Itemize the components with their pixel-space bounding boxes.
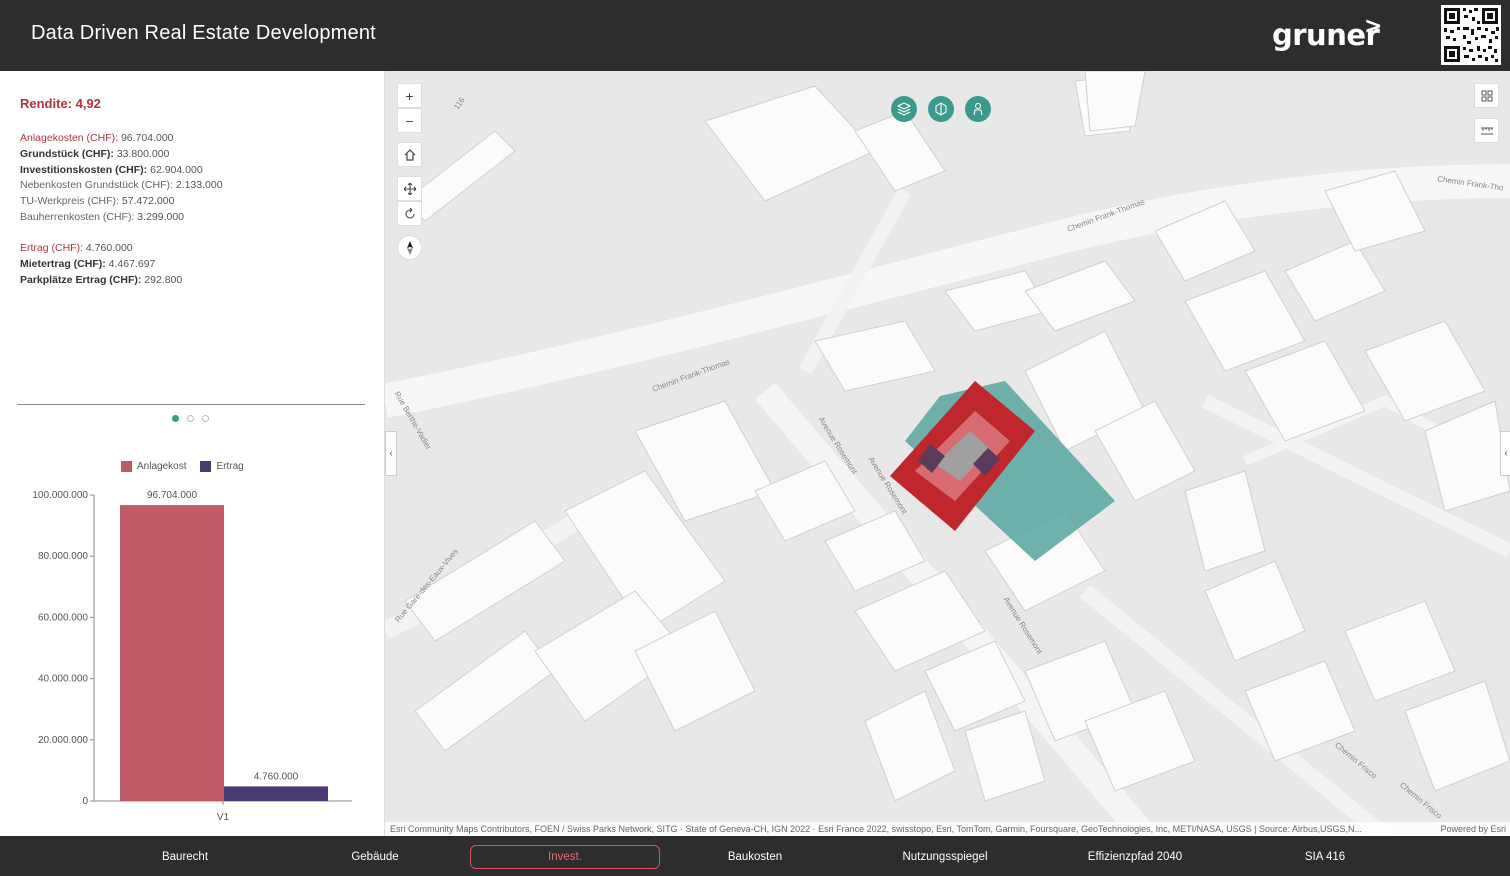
row-value: 292.800 [141, 274, 183, 286]
nav-nutzungsspiegel[interactable]: Nutzungsspiegel [850, 845, 1040, 869]
layers-button[interactable] [891, 96, 917, 122]
qr-code-icon [1441, 5, 1501, 65]
measure-button[interactable] [1474, 118, 1499, 143]
row-key: Parkplätze Ertrag (CHF): [20, 274, 142, 286]
investitionskosten-row: Investitionskosten (CHF): 62.904.000 [20, 164, 203, 176]
rendite-value: Rendite: 4,92 [20, 96, 101, 111]
collapse-left-button[interactable]: ‹ [385, 431, 397, 476]
row-key: Bauherrenkosten (CHF): [20, 211, 135, 223]
nebenkosten-row: Nebenkosten Grundstück (CHF): 2.133.000 [20, 179, 223, 191]
map-view[interactable]: Chemin Frank-Thomas Chemin Frank-Thomas … [385, 71, 1510, 836]
person-icon [973, 102, 983, 116]
y-tick-label: 40.000.000 [38, 674, 88, 685]
bar-data-label: 96.704.000 [147, 490, 197, 501]
powered-by-esri[interactable]: Powered by Esri [1440, 824, 1506, 834]
collapse-right-button[interactable]: ‹ [1500, 431, 1510, 476]
row-key: Ertrag (CHF): [20, 242, 83, 254]
map-attribution: Esri Community Maps Contributors, FOEN /… [385, 822, 1510, 836]
map-canvas[interactable] [385, 71, 1510, 836]
nav-effizienzpfad[interactable]: Effizienzpfad 2040 [1040, 845, 1230, 869]
parkplaetze-row: Parkplätze Ertrag (CHF): 292.800 [20, 274, 182, 286]
row-value: 4.467.697 [105, 258, 156, 270]
ertrag-row: Ertrag (CHF): 4.760.000 [20, 242, 133, 254]
ruler-icon [1480, 127, 1493, 134]
bar-ertrag [224, 786, 328, 801]
bar-data-label: 4.760.000 [254, 771, 299, 782]
y-tick-label: 80.000.000 [38, 551, 88, 562]
carousel-dot-3[interactable] [202, 415, 209, 422]
layers-icon [897, 102, 911, 116]
rotate-button[interactable] [397, 201, 422, 226]
chevron-left-icon: ‹ [389, 448, 393, 459]
row-value: 3.299.000 [134, 211, 185, 223]
carousel-dot-1[interactable] [172, 415, 179, 422]
rotate-icon [404, 207, 415, 219]
pan-button[interactable] [397, 176, 422, 201]
attribution-text: Esri Community Maps Contributors, FOEN /… [390, 824, 1362, 834]
row-value: 62.904.000 [147, 164, 203, 176]
basemap-button[interactable] [928, 96, 954, 122]
anlagekosten-row: Anlagekosten (CHF): 96.704.000 [20, 132, 174, 144]
bar-anlagekost [120, 505, 224, 801]
compass-icon [406, 240, 413, 255]
invest-chart: Anlagekost Ertrag 0 20.000.000 40.000.000 6… [0, 451, 385, 836]
nav-invest[interactable]: Invest. [470, 845, 660, 869]
pan-icon [403, 182, 416, 195]
x-tick-label: V1 [217, 812, 230, 823]
row-value: 96.704.000 [118, 132, 174, 144]
row-key: Investitionskosten (CHF): [20, 164, 148, 176]
nav-gebaeude[interactable]: Gebäude [280, 845, 470, 869]
carousel-dots [172, 415, 209, 422]
y-tick-label: 100.000.000 [32, 490, 88, 501]
map-controls: + − [397, 83, 422, 260]
cube-icon [935, 102, 947, 116]
zoom-in-button[interactable]: + [397, 83, 422, 108]
row-key: Mietertrag (CHF): [20, 258, 106, 270]
row-key: Nebenkosten Grundstück (CHF): [20, 179, 173, 191]
chevron-left-icon: ‹ [1504, 448, 1508, 459]
bottom-navigation: Baurecht Gebäude Invest. Baukosten Nutzu… [0, 836, 1510, 876]
app-title: Data Driven Real Estate Development [31, 22, 376, 44]
row-value: 4.760.000 [83, 242, 133, 254]
info-panel: Rendite: 4,92 Anlagekosten (CHF): 96.704… [0, 71, 385, 836]
home-icon [404, 148, 415, 161]
y-tick-label: 60.000.000 [38, 612, 88, 623]
nav-baurecht[interactable]: Baurecht [90, 845, 280, 869]
carousel-dot-2[interactable] [187, 415, 194, 422]
row-key: Grundstück (CHF): [20, 148, 114, 160]
zoom-out-button[interactable]: − [397, 108, 422, 133]
logo-mark: > [1364, 14, 1383, 39]
grundstueck-row: Grundstück (CHF): 33.800.000 [20, 148, 169, 160]
home-button[interactable] [397, 142, 422, 167]
daylight-button[interactable] [965, 96, 991, 122]
row-value: 33.800.000 [113, 148, 170, 160]
divider [17, 404, 365, 405]
row-value: 2.133.000 [172, 179, 223, 191]
y-tick-label: 0 [82, 796, 88, 807]
row-value: 57.472.000 [118, 195, 175, 207]
qr-toggle-button[interactable] [1474, 83, 1499, 108]
nav-baukosten[interactable]: Baukosten [660, 845, 850, 869]
tu-werkpreis-row: TU-Werkpreis (CHF): 57.472.000 [20, 195, 174, 207]
mietertrag-row: Mietertrag (CHF): 4.467.697 [20, 258, 155, 270]
bar-chart-svg: 0 20.000.000 40.000.000 60.000.000 80.000.00… [32, 490, 352, 823]
bauherrenkosten-row: Bauherrenkosten (CHF): 3.299.000 [20, 211, 184, 223]
compass-button[interactable] [397, 235, 422, 260]
app-header: Data Driven Real Estate Development grun… [0, 0, 1510, 71]
row-key: Anlagekosten (CHF): [20, 132, 119, 144]
y-tick-label: 20.000.000 [38, 735, 88, 746]
nav-sia416[interactable]: SIA 416 [1230, 845, 1420, 869]
grid-icon [1481, 90, 1492, 101]
row-key: TU-Werkpreis (CHF): [20, 195, 119, 207]
